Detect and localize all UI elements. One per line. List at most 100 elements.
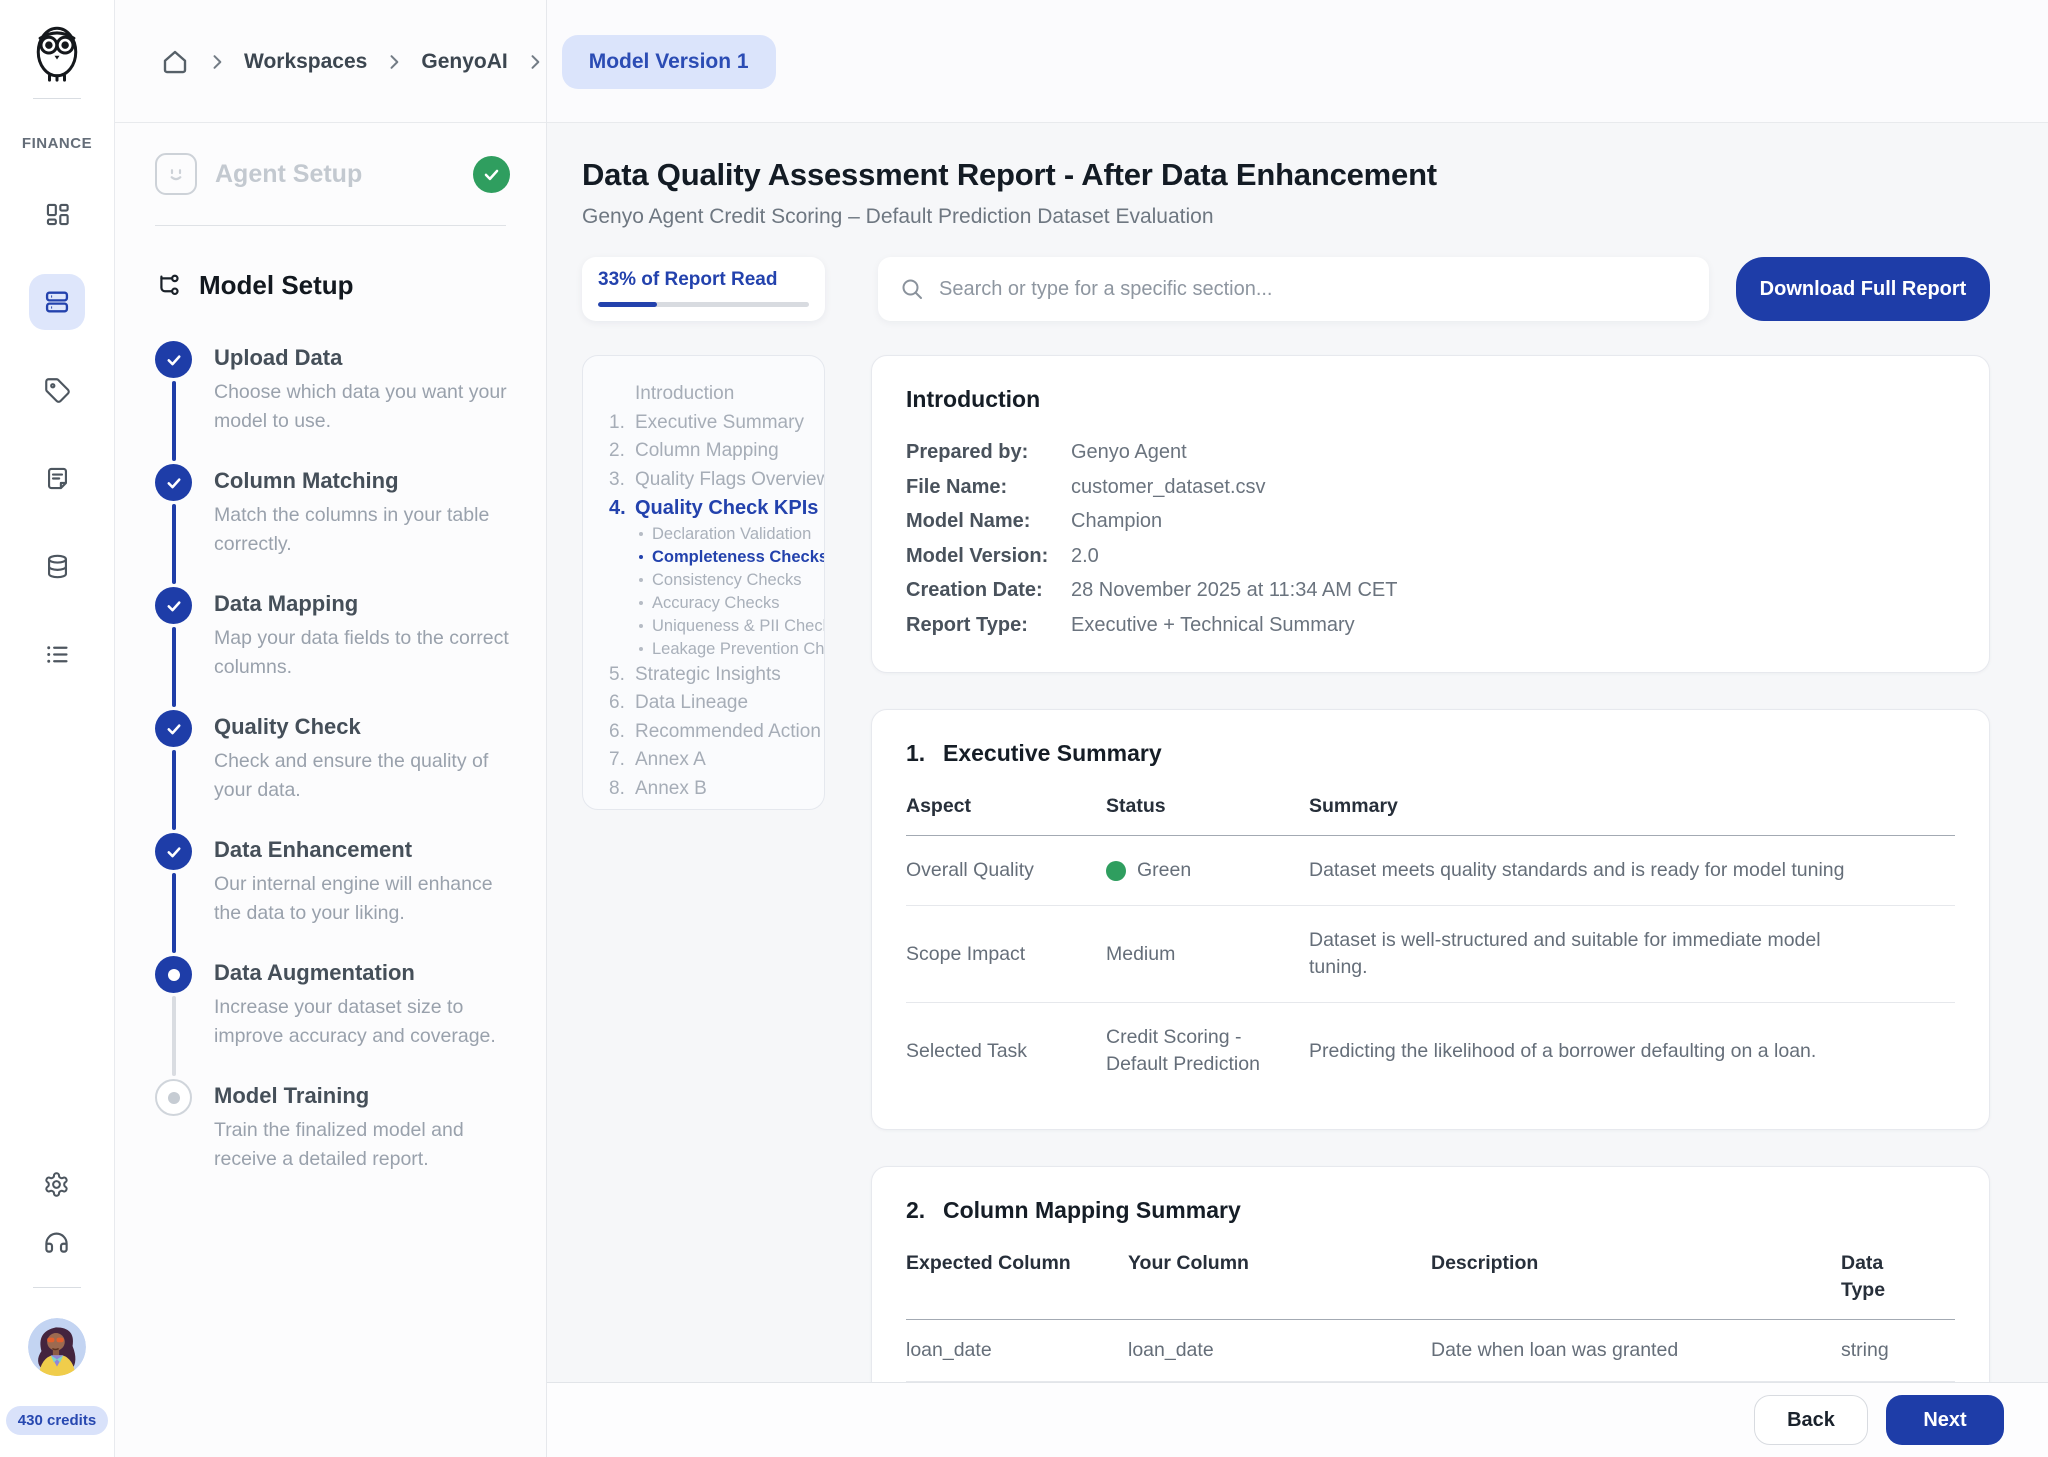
models-icon[interactable] [29,274,85,330]
chevron-right-icon [384,52,404,72]
step-description: Map your data fields to the correct colu… [214,624,519,682]
model-setup-sidebar: Agent Setup Model Setup [115,0,547,1457]
dashboard-icon[interactable] [29,186,85,242]
section-search[interactable] [878,257,1709,321]
step-column-matching[interactable]: Column Matching Match the columns in you… [155,464,524,587]
step-data-mapping[interactable]: Data Mapping Map your data fields to the… [155,587,524,710]
step-complete-check-icon [155,833,192,870]
report-read-progress-label: 33% of Report Read [598,269,809,291]
step-model-training[interactable]: Model Training Train the finalized model… [155,1079,524,1202]
next-button[interactable]: Next [1886,1395,2004,1445]
step-description: Increase your dataset size to improve ac… [214,993,519,1051]
step-title: Model Training [214,1083,519,1109]
credits-badge: 430 credits [6,1406,108,1435]
toc-executive-summary[interactable]: 1.Executive Summary [609,409,814,438]
step-description: Train the finalized model and receive a … [214,1116,519,1174]
toc-sub-uniqueness-pii-checks[interactable]: Uniqueness & PII Checks [609,615,814,638]
step-complete-check-icon [155,587,192,624]
executive-summary-card: 1.Executive Summary Aspect Status Summar… [871,709,1990,1130]
search-input[interactable] [939,278,1687,301]
introduction-title: Introduction [906,386,1955,413]
step-pending-dot-icon [155,1079,192,1116]
step-complete-check-icon [155,710,192,747]
divider [155,225,506,226]
toc-quality-check-kpis[interactable]: 4.Quality Check KPIs [609,494,814,523]
divider [33,1287,81,1288]
report-read-progress-card: 33% of Report Read [582,257,825,321]
intro-row-report-type: Report Type:Executive + Technical Summar… [906,608,1955,643]
divider [33,98,81,99]
table-row: Overall Quality Green Dataset meets qual… [906,836,1955,906]
download-full-report-button[interactable]: Download Full Report [1736,257,1990,321]
toc-quality-flags-overview[interactable]: 3.Quality Flags Overview [609,466,814,495]
step-complete-check-icon [155,341,192,378]
report-read-progress-bar [598,302,809,307]
mapping-table-header: Expected Column Your Column Description … [906,1250,1955,1320]
table-row: loan_date loan_date Date when loan was g… [906,1320,1955,1382]
breadcrumb-current-model-version[interactable]: Model Version 1 [562,35,776,89]
breadcrumb-genyoai[interactable]: GenyoAI [421,50,507,74]
step-title: Data Enhancement [214,837,519,863]
page-title: Data Quality Assessment Report - After D… [582,157,1990,193]
step-quality-check[interactable]: Quality Check Check and ensure the quali… [155,710,524,833]
icon-rail: FINANCE [0,0,115,1457]
toc-sub-leakage-prevention-checks[interactable]: Leakage Prevention Checks [609,638,814,661]
intro-row-creation-date: Creation Date:28 November 2025 at 11:34 … [906,573,1955,608]
intro-row-file-name: File Name:customer_dataset.csv [906,470,1955,505]
executive-summary-title: 1.Executive Summary [906,740,1955,767]
toc-recommended-action[interactable]: 6.Recommended Action [609,718,814,747]
step-title: Data Augmentation [214,960,519,986]
page-subtitle: Genyo Agent Credit Scoring – Default Pre… [582,205,1990,229]
tag-icon[interactable] [29,362,85,418]
report-toc: Introduction 1.Executive Summary 2.Colum… [582,355,825,810]
owl-logo-icon[interactable] [27,22,87,82]
database-icon[interactable] [29,538,85,594]
toc-annex-b[interactable]: 8.Annex B [609,775,814,804]
intro-row-model-version: Model Version:2.0 [906,539,1955,574]
toc-sub-consistency-checks[interactable]: Consistency Checks [609,569,814,592]
step-title: Column Matching [214,468,519,494]
toc-sub-accuracy-checks[interactable]: Accuracy Checks [609,592,814,615]
step-data-enhancement[interactable]: Data Enhancement Our internal engine wil… [155,833,524,956]
list-icon[interactable] [29,626,85,682]
toc-sub-completeness-checks[interactable]: Completeness Checks [609,546,814,569]
toc-data-lineage[interactable]: 6.Data Lineage [609,689,814,718]
step-description: Our internal engine will enhance the dat… [214,870,519,928]
toc-introduction[interactable]: Introduction [609,380,814,409]
settings-icon[interactable] [43,1171,70,1198]
workspace-section-label: FINANCE [22,135,92,152]
reports-icon[interactable] [29,450,85,506]
toc-strategic-insights[interactable]: 5.Strategic Insights [609,661,814,690]
step-upload-data[interactable]: Upload Data Choose which data you want y… [155,341,524,464]
model-setup-stepper: Upload Data Choose which data you want y… [155,341,524,1202]
step-description: Check and ensure the quality of your dat… [214,747,519,805]
agent-setup-row[interactable]: Agent Setup [155,153,524,195]
exec-table-header: Aspect Status Summary [906,793,1955,836]
toc-column-mapping[interactable]: 2.Column Mapping [609,437,814,466]
toc-annex-a[interactable]: 7.Annex A [609,746,814,775]
intro-row-model-name: Model Name:Champion [906,504,1955,539]
intro-row-prepared-by: Prepared by:Genyo Agent [906,435,1955,470]
model-setup-title: Model Setup [199,270,354,301]
search-icon [900,277,924,301]
step-title: Upload Data [214,345,519,371]
agent-complete-check-icon [473,156,510,193]
report-main: Data Quality Assessment Report - After D… [547,0,2048,1457]
chevron-right-icon [207,52,227,72]
step-description: Match the columns in your table correctl… [214,501,519,559]
breadcrumb-workspaces[interactable]: Workspaces [244,50,367,74]
step-data-augmentation[interactable]: Data Augmentation Increase your dataset … [155,956,524,1079]
toc-sub-declaration-validation[interactable]: Declaration Validation [609,523,814,546]
step-complete-check-icon [155,464,192,501]
chevron-right-icon [525,52,545,72]
column-mapping-title: 2.Column Mapping Summary [906,1197,1955,1224]
agent-setup-label: Agent Setup [215,160,362,189]
back-button[interactable]: Back [1754,1395,1868,1445]
model-setup-flow-icon [155,272,183,300]
home-icon[interactable] [160,47,190,77]
step-title: Data Mapping [214,591,519,617]
avatar[interactable] [28,1318,86,1376]
table-row: Selected Task Credit Scoring - Default P… [906,1003,1955,1099]
support-headphones-icon[interactable] [43,1228,70,1255]
table-row: Scope Impact Medium Dataset is well-stru… [906,906,1955,1003]
